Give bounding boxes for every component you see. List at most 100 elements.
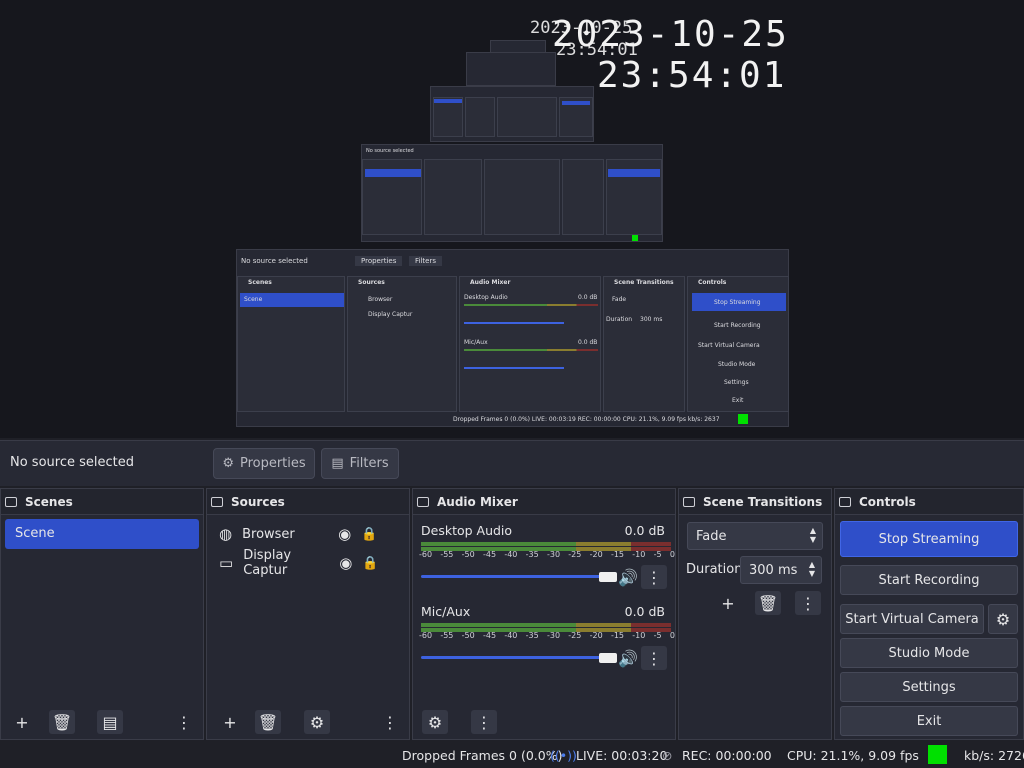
trash-icon: 🗑 <box>51 712 73 732</box>
meter-tick-label: -25 <box>568 550 582 559</box>
eye-icon[interactable]: ◉ <box>338 525 351 543</box>
nested-preview-small <box>430 86 594 142</box>
meter-tick-label: -15 <box>610 631 625 640</box>
controls-header: Controls <box>835 489 1023 515</box>
scene-list-item[interactable]: Scene <box>5 519 199 549</box>
meter-tick-label: -55 <box>440 631 454 640</box>
preview-canvas[interactable]: 2023-10-25 23:54:01 2023-10-25 23:54:01 … <box>0 0 1024 438</box>
volume-slider[interactable] <box>421 656 617 659</box>
meter-tick-label: 0 <box>669 550 675 559</box>
trash-icon: 🗑 <box>757 593 779 613</box>
kebab-icon: ⋮ <box>176 712 192 732</box>
exit-button[interactable]: Exit <box>840 706 1018 736</box>
add-source-button[interactable]: + <box>217 710 243 734</box>
scene-filters-button[interactable]: ▤ <box>97 710 123 734</box>
virtual-camera-settings-button[interactable]: ⚙ <box>988 604 1018 634</box>
meter-tick-label: -50 <box>461 631 475 640</box>
source-toolbar: No source selected ⚙ Properties ▤ Filter… <box>0 440 1024 486</box>
scenes-title: Scenes <box>25 494 73 509</box>
transition-menu-button[interactable]: ⋮ <box>795 591 821 615</box>
sources-title: Sources <box>231 494 285 509</box>
plus-icon: + <box>15 712 29 732</box>
meter-tick-label: -10 <box>632 631 646 640</box>
meter-tick-label: -25 <box>568 631 582 640</box>
source-label: Browser <box>242 526 295 542</box>
filter-icon: ▤ <box>331 456 344 471</box>
transition-type-select[interactable]: Fade ▲ ▼ <box>687 522 823 550</box>
gear-icon: ⚙ <box>309 712 325 732</box>
monitor-icon: ▭ <box>219 554 234 572</box>
studio-mode-button[interactable]: Studio Mode <box>840 638 1018 668</box>
settings-button[interactable]: Settings <box>840 672 1018 702</box>
channel-menu-button[interactable]: ⋮ <box>641 646 667 670</box>
filters-label: Filters <box>349 456 389 471</box>
plus-icon: + <box>223 712 237 732</box>
duration-label: Duration <box>686 562 743 577</box>
eye-icon[interactable]: ◉ <box>339 554 352 572</box>
rec-icon: ⊘ <box>662 748 673 763</box>
meter-tick-label: -40 <box>504 550 518 559</box>
gear-icon: ⚙ <box>995 609 1011 629</box>
bitrate: kb/s: 2726 <box>964 748 1024 763</box>
kebab-icon: ⋮ <box>382 712 398 732</box>
meter-tick-label: -5 <box>653 550 662 559</box>
kebab-icon: ⋮ <box>800 593 816 613</box>
remove-scene-button[interactable]: 🗑 <box>49 710 75 734</box>
transition-type-value: Fade <box>696 529 727 544</box>
clock-time-echo: 23:54:01 <box>556 40 638 60</box>
filters-button[interactable]: ▤ Filters <box>321 448 399 479</box>
volume-slider[interactable] <box>421 575 617 578</box>
audio-mixer-title: Audio Mixer <box>437 494 518 509</box>
rec-time: REC: 00:00:00 <box>682 748 772 763</box>
lock-icon[interactable]: 🔒 <box>361 527 377 542</box>
broadcast-icon: ((•)) <box>550 748 577 763</box>
audio-mixer-dock: Audio Mixer Desktop Audio 0.0 dB -60 -55-… <box>412 488 676 740</box>
speaker-icon[interactable]: 🔊 <box>615 565 641 589</box>
trash-icon: 🗑 <box>257 712 279 732</box>
lock-icon[interactable]: 🔒 <box>362 556 378 571</box>
dock-icon <box>5 496 17 507</box>
meter-tick-label: -35 <box>525 550 539 559</box>
plus-icon: + <box>721 593 735 613</box>
filter-icon: ▤ <box>102 712 118 732</box>
meter-tick-label: -20 <box>589 631 603 640</box>
channel-db-mic-aux: 0.0 dB <box>624 604 665 619</box>
sources-dock: Sources ◍ Browser ◉ 🔒 ▭ Display Captur ◉… <box>206 488 410 740</box>
channel-menu-button[interactable]: ⋮ <box>641 565 667 589</box>
add-transition-button[interactable]: + <box>715 591 741 615</box>
dropped-frames: Dropped Frames 0 (0.0%) <box>402 748 563 763</box>
channel-name-desktop-audio: Desktop Audio <box>421 523 513 538</box>
no-source-label: No source selected <box>10 455 134 470</box>
source-properties-button[interactable]: ⚙ <box>304 710 330 734</box>
kebab-icon: ⋮ <box>646 567 662 587</box>
remove-transition-button[interactable]: 🗑 <box>755 591 781 615</box>
scene-menu-button[interactable]: ⋮ <box>171 710 197 734</box>
gears-icon: ⚙ <box>427 712 443 732</box>
meter-tick-label: -20 <box>589 550 603 559</box>
advanced-audio-button[interactable]: ⚙ <box>422 710 448 734</box>
dock-icon <box>683 496 695 507</box>
duration-spinbox[interactable]: 300 ms ▲ ▼ <box>740 556 822 584</box>
source-item-display-capture[interactable]: ▭ Display Captur ◉ 🔒 <box>219 548 378 578</box>
nested-preview-tiny-1 <box>466 52 556 86</box>
meter-tick-label: -15 <box>610 550 625 559</box>
stream-health-indicator <box>928 745 947 764</box>
start-virtual-camera-button[interactable]: Start Virtual Camera <box>840 604 984 634</box>
meter-tick-label: -30 <box>546 550 561 559</box>
add-scene-button[interactable]: + <box>9 710 35 734</box>
speaker-icon[interactable]: 🔊 <box>615 646 641 670</box>
nested-preview-large: No source selected Properties Filters Sc… <box>236 249 789 427</box>
meter-tick-label: -30 <box>546 631 561 640</box>
clock-date-echo: 2023-10-25 <box>530 18 633 38</box>
source-item-browser[interactable]: ◍ Browser ◉ 🔒 <box>219 523 377 545</box>
source-menu-button[interactable]: ⋮ <box>377 710 403 734</box>
scenes-dock-header: Scenes <box>1 489 203 515</box>
start-recording-button[interactable]: Start Recording <box>840 565 1018 595</box>
remove-source-button[interactable]: 🗑 <box>255 710 281 734</box>
mixer-menu-button[interactable]: ⋮ <box>471 710 497 734</box>
stop-streaming-button[interactable]: Stop Streaming <box>840 521 1018 557</box>
volume-meter <box>421 542 671 546</box>
clock-time: 23:54:01 <box>597 55 787 96</box>
source-label: Display Captur <box>243 548 292 578</box>
properties-button[interactable]: ⚙ Properties <box>213 448 315 479</box>
